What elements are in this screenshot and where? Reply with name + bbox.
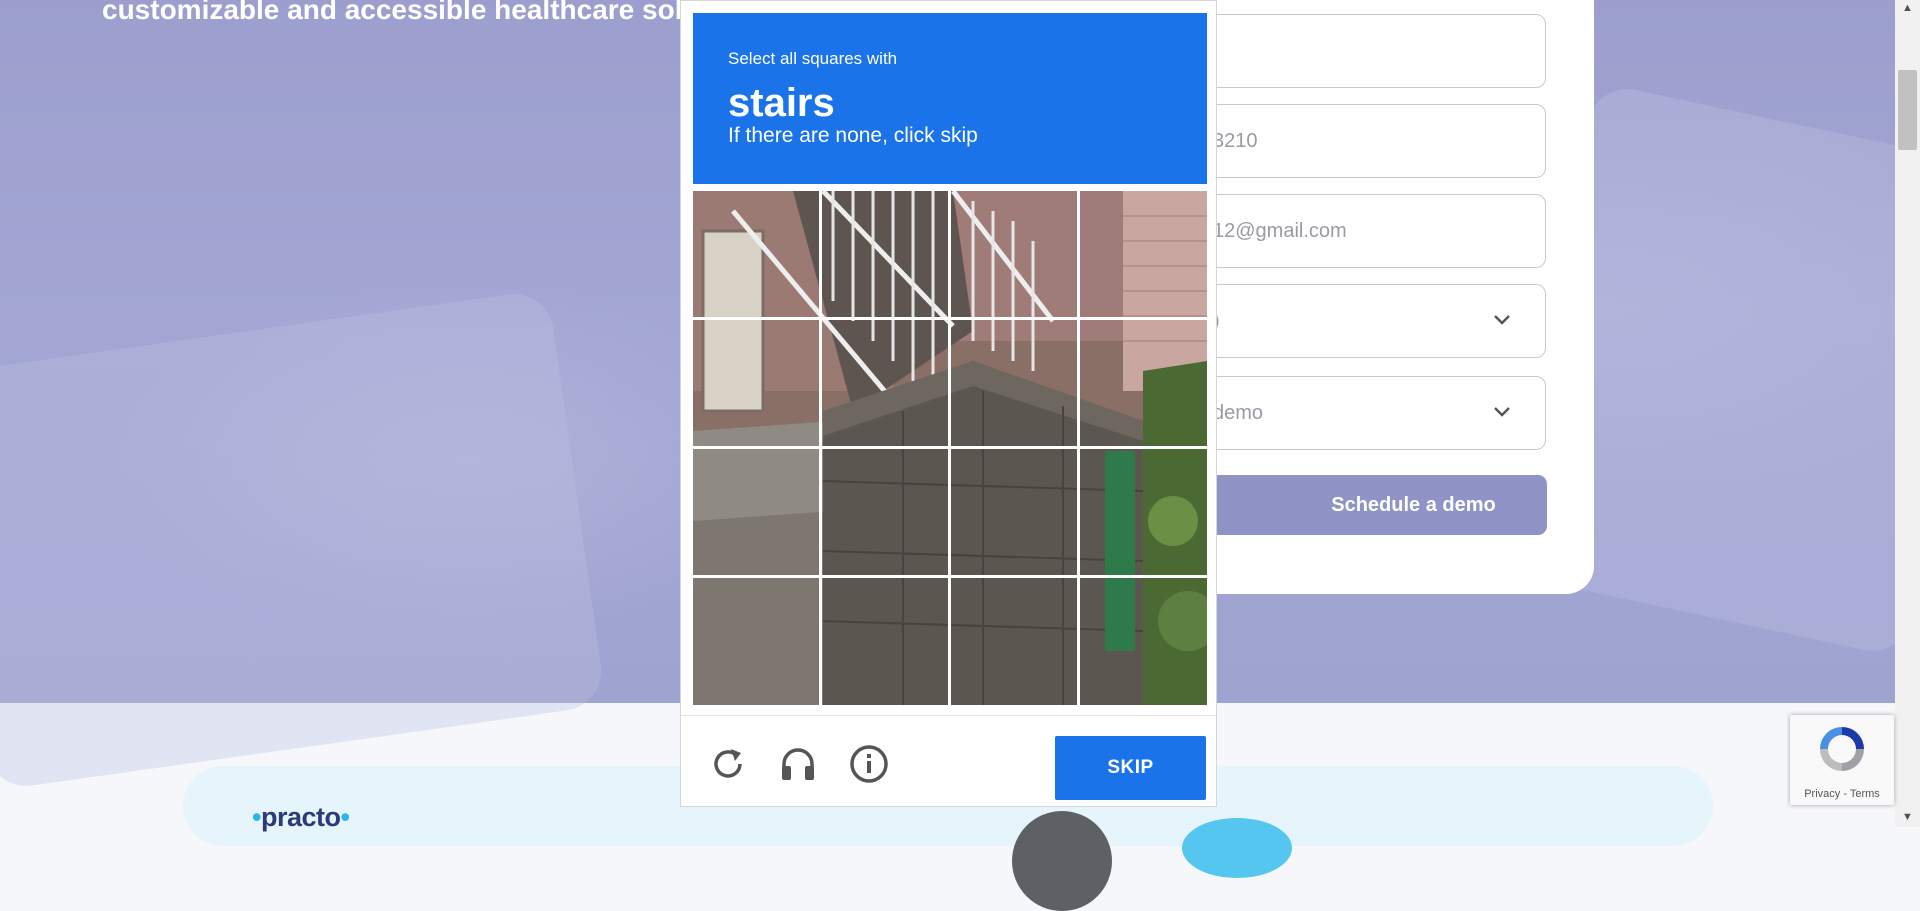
reload-icon[interactable]: [706, 742, 750, 786]
captcha-header: Select all squares with stairs If there …: [693, 13, 1207, 184]
captcha-footer: SKIP: [681, 715, 1216, 808]
recaptcha-privacy-terms-link[interactable]: Privacy - Terms: [1790, 788, 1894, 800]
recaptcha-logo-icon: [1820, 727, 1864, 771]
decorative-shape: [1182, 818, 1292, 878]
scrollbar-thumb[interactable]: [1898, 70, 1917, 150]
hero-background-shape: [0, 288, 607, 792]
practo-logo-text: practo: [260, 802, 341, 832]
email-field-value: 12@gmail.com: [1213, 219, 1347, 242]
captcha-tile[interactable]: [822, 449, 948, 575]
skip-button[interactable]: SKIP: [1055, 736, 1206, 800]
hero-heading: customizable and accessible healthcare s…: [102, 0, 700, 25]
captcha-challenge-dialog: Select all squares with stairs If there …: [680, 0, 1217, 807]
avatar: [1012, 811, 1112, 911]
captcha-tile[interactable]: [693, 320, 819, 446]
chevron-down-icon: [1494, 407, 1510, 417]
captcha-tile[interactable]: [822, 578, 948, 704]
captcha-tile[interactable]: [1080, 578, 1206, 704]
captcha-tile[interactable]: [951, 191, 1077, 317]
captcha-target-word: stairs: [728, 81, 835, 125]
captcha-image-grid: [693, 191, 1207, 705]
scroll-up-arrow-icon[interactable]: ▲: [1898, 1, 1917, 15]
captcha-instruction: Select all squares with: [728, 49, 898, 68]
info-icon[interactable]: [847, 742, 891, 786]
captcha-tile[interactable]: [1080, 449, 1206, 575]
captcha-tile[interactable]: [1080, 320, 1206, 446]
scroll-down-arrow-icon[interactable]: ▼: [1898, 810, 1917, 824]
captcha-tile[interactable]: [951, 449, 1077, 575]
captcha-tile[interactable]: [822, 320, 948, 446]
chevron-down-icon: [1494, 315, 1510, 325]
captcha-tile[interactable]: [951, 320, 1077, 446]
captcha-tile[interactable]: [1080, 191, 1206, 317]
practo-logo: •practo•: [252, 802, 350, 832]
phone-field-value: 3210: [1213, 129, 1258, 152]
captcha-subtext: If there are none, click skip: [728, 124, 978, 147]
captcha-tile[interactable]: [693, 191, 819, 317]
captcha-tile[interactable]: [822, 191, 948, 317]
captcha-tile[interactable]: [951, 578, 1077, 704]
recaptcha-badge[interactable]: Privacy - Terms: [1790, 715, 1894, 805]
captcha-tile[interactable]: [693, 578, 819, 704]
captcha-tile[interactable]: [693, 449, 819, 575]
headphones-icon[interactable]: [776, 742, 820, 786]
select-field-2-value: demo: [1213, 401, 1264, 424]
